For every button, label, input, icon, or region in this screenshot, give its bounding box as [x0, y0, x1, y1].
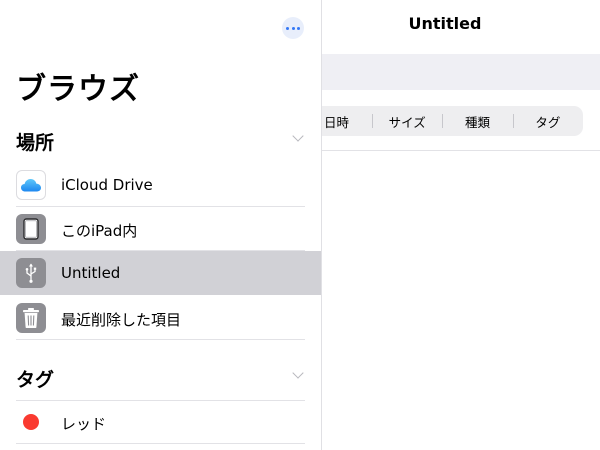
trash-icon [16, 303, 46, 333]
chevron-down-icon[interactable] [292, 367, 304, 379]
chevron-down-icon[interactable] [292, 130, 304, 142]
section-header-tags[interactable]: タグ [16, 361, 306, 393]
sidebar-item-label: 最近削除した項目 [61, 311, 182, 329]
sidebar-item-label: Untitled [61, 264, 121, 282]
sidebar-item-label: このiPad内 [61, 222, 138, 240]
red-tag-dot-icon [23, 414, 39, 430]
page-title: ブラウズ [16, 72, 140, 107]
ellipsis-icon [286, 26, 290, 30]
more-options-button[interactable] [282, 17, 304, 39]
icloud-icon [16, 170, 46, 200]
main-content: Untitled 日時 サイズ 種類 タグ [322, 0, 600, 450]
sidebar-item-recently-deleted[interactable]: 最近削除した項目 [0, 296, 321, 340]
search-bar[interactable] [322, 54, 600, 90]
sidebar-item-icloud-drive[interactable]: iCloud Drive [0, 163, 321, 207]
files-app-screen: Untitled 日時 サイズ 種類 タグ ブラウズ 場所 iCloud Dri… [0, 0, 600, 450]
sidebar-item-tag-red[interactable]: レッド [0, 400, 321, 444]
section-header-locations[interactable]: 場所 [16, 124, 306, 156]
sort-segmented-control: 日時 サイズ 種類 タグ [322, 106, 583, 136]
divider [322, 150, 600, 151]
sidebar-item-label: レッド [61, 415, 107, 433]
sidebar: ブラウズ 場所 iCloud Drive このiPad内 Untitled 最近… [0, 0, 322, 450]
sort-option-date[interactable]: 日時 [322, 106, 372, 136]
sort-option-kind[interactable]: 種類 [442, 106, 512, 136]
usb-icon [16, 258, 46, 288]
main-title: Untitled [408, 14, 482, 33]
sort-option-size[interactable]: サイズ [372, 106, 442, 136]
sidebar-item-on-my-ipad[interactable]: このiPad内 [0, 207, 321, 251]
ipad-icon [16, 214, 46, 244]
section-title: 場所 [16, 132, 55, 154]
sidebar-item-untitled[interactable]: Untitled [0, 251, 321, 295]
sort-option-tag[interactable]: タグ [512, 106, 583, 136]
sidebar-item-label: iCloud Drive [61, 176, 153, 194]
section-title: タグ [16, 369, 55, 391]
